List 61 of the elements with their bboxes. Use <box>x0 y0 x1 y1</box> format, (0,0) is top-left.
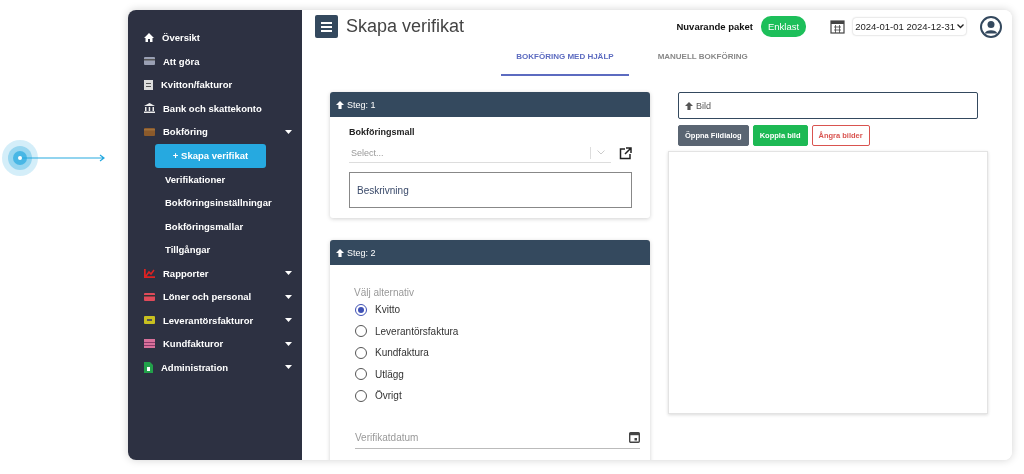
sidebar-subitem[interactable]: Bokföringsmallar <box>144 214 292 238</box>
step-title: Steg: 1 <box>347 99 376 110</box>
tab[interactable]: MANUELL BOKFÖRING <box>642 38 763 76</box>
image-title: Bild <box>696 100 711 111</box>
sidebar-item[interactable]: Administration <box>144 355 292 379</box>
radio-option[interactable]: Övrigt <box>330 385 650 407</box>
package-label: Nuvarande paket <box>676 21 753 32</box>
caret-icon <box>285 318 292 323</box>
invoice-icon <box>144 316 155 325</box>
arrow-up-icon <box>336 248 344 257</box>
page-title: Skapa verifikat <box>346 16 466 37</box>
radio-option[interactable]: Leverantörsfaktura <box>330 320 650 342</box>
radio-option[interactable]: Kundfaktura <box>330 342 650 364</box>
list-icon <box>144 339 155 349</box>
sidebar-item[interactable]: Rapporter <box>144 261 292 285</box>
sidebar-item[interactable]: Leverantörsfakturor <box>144 308 292 332</box>
sidebar-item[interactable]: Bokföring <box>144 120 292 144</box>
menu-button[interactable] <box>315 15 338 38</box>
chevron-down-icon <box>597 150 605 155</box>
sidebar-item[interactable]: Kundfakturor <box>144 332 292 356</box>
chevron-down-icon <box>957 24 964 29</box>
arrow-up-icon <box>336 100 344 109</box>
sidebar-item[interactable]: Kvitton/fakturor <box>144 73 292 97</box>
caret-icon <box>285 341 292 346</box>
tab[interactable]: BOKFÖRING MED HJÄLP <box>501 38 629 76</box>
sidebar-item[interactable]: Bank och skattekonto <box>144 96 292 120</box>
calendar-icon <box>629 431 640 443</box>
caret-icon <box>285 129 292 134</box>
card-icon <box>144 57 155 66</box>
external-link-icon[interactable] <box>619 146 632 160</box>
card-icon <box>144 292 155 301</box>
field-label: Bokföringsmall <box>349 127 416 137</box>
sidebar-subitem[interactable]: Bokföringsinställningar <box>144 191 292 215</box>
package-badge: Enklast <box>761 16 807 37</box>
receipt-icon <box>144 79 153 90</box>
radio-option[interactable]: Utlägg <box>330 363 650 385</box>
date-range-select[interactable]: 2024-01-01 2024-12-31 <box>853 18 966 35</box>
sidebar-item[interactable]: Översikt <box>144 26 292 50</box>
user-avatar-icon[interactable] <box>980 15 1002 38</box>
sidebar-item[interactable]: Löner och personal <box>144 285 292 309</box>
folder-icon <box>144 127 155 136</box>
step-title: Steg: 2 <box>347 247 376 258</box>
chart-icon <box>144 268 155 278</box>
sidebar-subitem[interactable]: Verifikationer <box>144 167 292 191</box>
calendar-icon <box>830 19 846 34</box>
caret-icon <box>285 271 292 276</box>
radio-option[interactable]: Kvitto <box>330 299 650 321</box>
options-label: Välj alternativ <box>354 287 416 298</box>
description-field[interactable]: Beskrivning <box>349 172 632 208</box>
image-header[interactable]: Bild <box>678 92 978 119</box>
caret-icon <box>285 365 292 370</box>
sidebar-subitem[interactable]: Tillgångar <box>144 238 292 262</box>
home-icon <box>144 33 154 43</box>
arrow-up-icon <box>685 101 693 110</box>
sidebar-item[interactable]: Att göra <box>144 49 292 73</box>
caret-icon <box>285 294 292 299</box>
document-icon <box>144 361 153 373</box>
step-header[interactable]: Steg: 2 <box>330 240 650 265</box>
menu-icon <box>321 21 332 32</box>
step-header[interactable]: Steg: 1 <box>330 92 650 117</box>
bank-icon <box>144 103 155 114</box>
